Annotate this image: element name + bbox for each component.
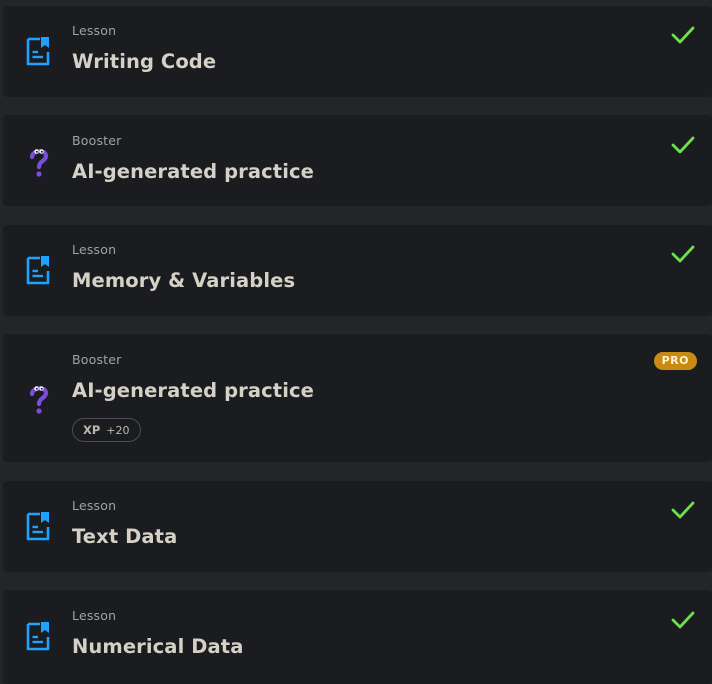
xp-value: +20	[106, 423, 130, 437]
item-kind-label: Lesson	[72, 498, 117, 513]
lesson-doc-icon	[25, 254, 53, 286]
lesson-card-memory-variables[interactable]: Lesson Memory & Variables	[3, 225, 712, 316]
lesson-card-text-data[interactable]: Lesson Text Data	[3, 481, 712, 572]
question-mark-icon	[25, 145, 53, 177]
lesson-doc-icon	[25, 620, 53, 652]
item-title: AI-generated practice	[72, 160, 314, 183]
checkmark-icon	[670, 609, 696, 631]
pro-badge: PRO	[653, 352, 697, 370]
item-title: AI-generated practice	[72, 379, 314, 402]
checkmark-icon	[670, 134, 696, 156]
question-mark-icon	[25, 382, 53, 414]
item-kind-label: Lesson	[72, 608, 117, 623]
lesson-doc-icon	[25, 35, 53, 67]
xp-reward-pill: XP +20	[72, 418, 141, 442]
item-kind-label: Lesson	[72, 242, 117, 257]
item-title: Text Data	[72, 525, 178, 548]
item-kind-label: Booster	[72, 352, 122, 367]
lesson-card-numerical-data[interactable]: Lesson Numerical Data	[3, 590, 712, 684]
booster-card-ai-practice[interactable]: Booster AI-generated practice	[3, 115, 712, 206]
lesson-card-writing-code[interactable]: Lesson Writing Code	[3, 6, 712, 97]
booster-card-ai-practice-pro[interactable]: Booster AI-generated practice PRO XP +20	[3, 334, 712, 462]
item-kind-label: Booster	[72, 133, 122, 148]
checkmark-icon	[670, 499, 696, 521]
xp-label: XP	[83, 423, 101, 437]
item-title: Writing Code	[72, 50, 217, 73]
lesson-doc-icon	[25, 510, 53, 542]
item-title: Memory & Variables	[72, 269, 296, 292]
item-kind-label: Lesson	[72, 23, 117, 38]
checkmark-icon	[670, 24, 696, 46]
item-title: Numerical Data	[72, 635, 244, 658]
checkmark-icon	[670, 243, 696, 265]
